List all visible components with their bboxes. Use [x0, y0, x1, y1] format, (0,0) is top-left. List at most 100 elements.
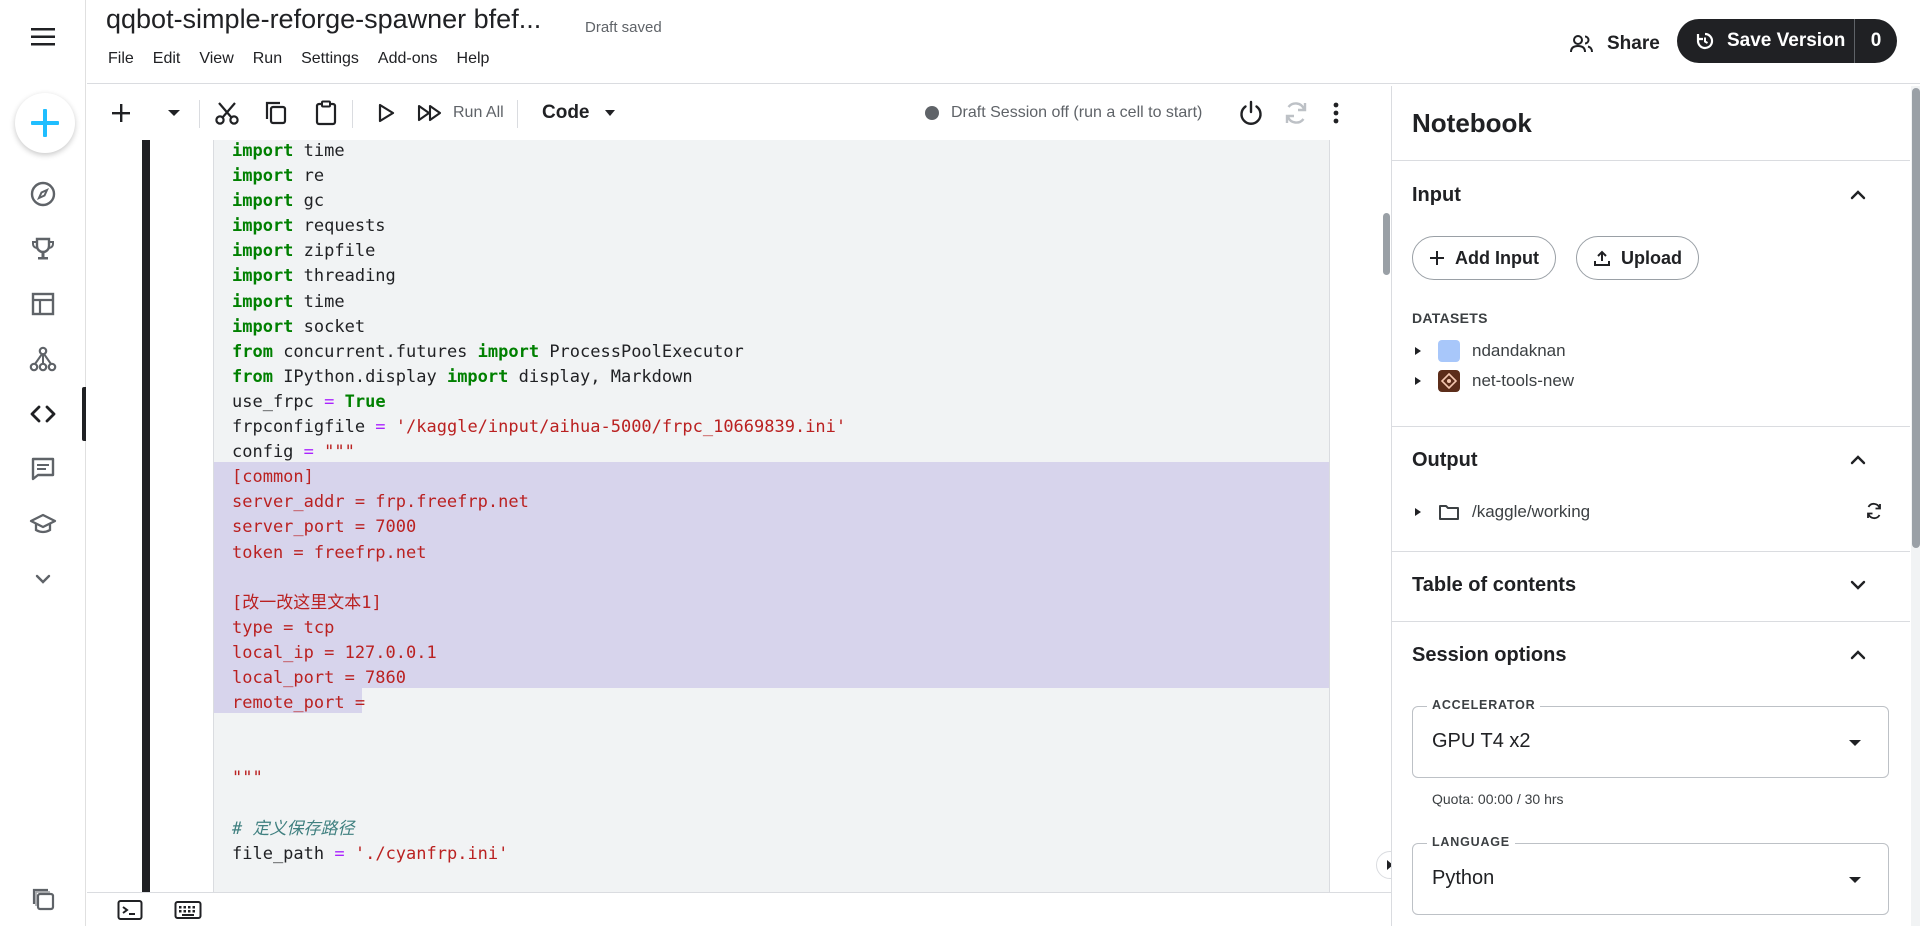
hamburger-menu-icon[interactable]: [30, 26, 56, 48]
paste-button[interactable]: [314, 86, 338, 140]
notebook-editor: import time import re import gc import requ…: [87, 140, 1391, 892]
rail-item-code[interactable]: [0, 387, 86, 441]
collapse-session-button[interactable]: [1849, 646, 1867, 664]
notebook-title[interactable]: qqbot-simple-reforge-spawner bfef...: [106, 4, 541, 35]
refresh-icon: [1285, 102, 1307, 124]
dropdown-arrow-icon: [1849, 740, 1861, 746]
toc-section-title[interactable]: Table of contents: [1412, 574, 1576, 597]
draft-status: Draft saved: [585, 19, 662, 36]
power-icon: [1240, 100, 1262, 125]
menu-settings[interactable]: Settings: [301, 50, 359, 68]
code-editor[interactable]: import time import re import gc import requ…: [232, 140, 846, 867]
run-cell-button[interactable]: [377, 86, 395, 140]
console-button[interactable]: [117, 899, 143, 921]
code-line: [改一改这里文本1]: [232, 592, 382, 613]
save-version-label: Save Version: [1727, 30, 1846, 51]
discussion-icon: [31, 457, 55, 481]
version-count[interactable]: 0: [1855, 30, 1897, 52]
code-line: type = tcp: [232, 617, 335, 638]
session-status-dot: [925, 106, 939, 120]
session-options-title[interactable]: Session options: [1412, 644, 1566, 667]
panel-scrollbar[interactable]: [1911, 86, 1920, 926]
menu-bar: File Edit View Run Settings Add-ons Help: [108, 50, 489, 68]
create-button[interactable]: [15, 93, 75, 153]
refresh-output-button[interactable]: [1865, 502, 1883, 520]
dataset-item[interactable]: ndandaknan: [1412, 336, 1566, 366]
cut-button[interactable]: [214, 86, 240, 140]
output-path: /kaggle/working: [1472, 502, 1591, 521]
code-cell[interactable]: import time import re import gc import requ…: [213, 140, 1330, 892]
code-line: import gc: [232, 191, 325, 212]
code-line: import re: [232, 166, 325, 187]
language-select[interactable]: LANGUAGE Python: [1412, 835, 1889, 915]
code-line: import requests: [232, 216, 386, 237]
code-line: frpconfigfile = '/kaggle/input/aihua-500…: [232, 417, 847, 438]
left-rail: [0, 0, 86, 926]
keyboard-shortcuts-button[interactable]: [174, 899, 202, 921]
input-section-title[interactable]: Input: [1412, 184, 1461, 207]
rail-item-discussions[interactable]: [0, 442, 86, 496]
more-options-button[interactable]: [1333, 86, 1339, 140]
collapse-output-button[interactable]: [1849, 451, 1867, 469]
power-button[interactable]: [1237, 86, 1265, 140]
collapse-input-button[interactable]: [1849, 186, 1867, 204]
cell-type-select[interactable]: Code: [542, 86, 616, 140]
rail-item-competitions[interactable]: [0, 222, 86, 276]
more-vert-icon: [1333, 102, 1339, 124]
rail-item-more[interactable]: [0, 552, 86, 606]
code-line: """: [232, 768, 263, 789]
code-line: file_path = './cyanfrp.ini': [232, 843, 509, 864]
rail-item-explore[interactable]: [0, 167, 86, 221]
accelerator-label: ACCELERATOR: [1427, 698, 1541, 712]
chevron-down-icon: [35, 574, 51, 584]
notebook-side-panel: Notebook Input Add Input Upload DATASETS…: [1391, 86, 1920, 926]
restart-session-button[interactable]: [1283, 86, 1309, 140]
play-icon: [378, 103, 395, 123]
accelerator-value: GPU T4 x2: [1432, 730, 1531, 752]
upload-button[interactable]: Upload: [1576, 236, 1699, 280]
code-line: config = """: [232, 442, 355, 463]
active-cell-indicator: [142, 140, 150, 892]
output-section-title[interactable]: Output: [1412, 449, 1478, 472]
language-label: LANGUAGE: [1427, 835, 1515, 849]
save-version-button[interactable]: Save Version 0: [1677, 19, 1897, 63]
chevron-up-icon: [1850, 650, 1866, 660]
divider: [1392, 621, 1910, 622]
code-line: import time: [232, 291, 345, 312]
cell-type-value: Code: [542, 102, 590, 123]
expand-toc-button[interactable]: [1849, 576, 1867, 594]
add-cell-button[interactable]: [110, 86, 132, 140]
output-folder-item[interactable]: /kaggle/working: [1412, 497, 1590, 527]
folder-icon: [1439, 505, 1459, 520]
rail-item-learn[interactable]: [0, 497, 86, 551]
panel-scrollbar-thumb[interactable]: [1912, 88, 1920, 548]
caret-right-icon: [1415, 347, 1421, 355]
editor-scrollbar-thumb[interactable]: [1383, 213, 1390, 275]
copy-collection-icon[interactable]: [30, 886, 56, 912]
rail-item-datasets[interactable]: [0, 277, 86, 331]
code-icon: [30, 405, 56, 423]
chevron-down-icon: [1850, 580, 1866, 590]
code-line: use_frpc = True: [232, 391, 386, 412]
code-line: import threading: [232, 266, 396, 287]
share-button[interactable]: Share: [1561, 24, 1668, 64]
menu-run[interactable]: Run: [253, 50, 282, 68]
add-cell-dropdown[interactable]: [167, 86, 181, 140]
dataset-item[interactable]: net-tools-new: [1412, 366, 1574, 396]
add-input-button[interactable]: Add Input: [1412, 236, 1556, 280]
rail-item-models[interactable]: [0, 332, 86, 386]
menu-help[interactable]: Help: [457, 50, 490, 68]
menu-view[interactable]: View: [199, 50, 233, 68]
upload-icon: [1594, 250, 1610, 266]
copy-button[interactable]: [264, 86, 288, 140]
run-all-button[interactable]: Run All: [417, 86, 504, 140]
panel-title: Notebook: [1412, 108, 1532, 138]
menu-file[interactable]: File: [108, 50, 134, 68]
language-value: Python: [1432, 867, 1495, 889]
accelerator-select[interactable]: ACCELERATOR GPU T4 x2: [1412, 698, 1889, 778]
menu-edit[interactable]: Edit: [153, 50, 181, 68]
plus-icon: [112, 104, 130, 122]
menu-add-ons[interactable]: Add-ons: [378, 50, 438, 68]
